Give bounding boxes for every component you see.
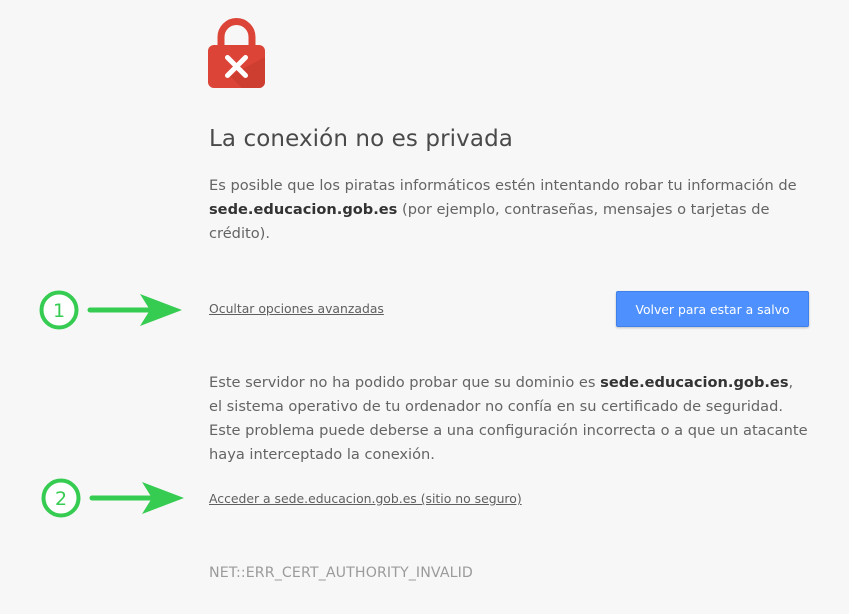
details-text-start: Este servidor no ha podido probar que su… — [209, 374, 601, 391]
annotation-marker-1: 1 — [39, 290, 182, 330]
annotation-number: 2 — [55, 488, 67, 510]
intro-paragraph: Es posible que los piratas informáticos … — [209, 174, 809, 246]
arrow-right-icon — [87, 294, 182, 326]
domain-name: sede.educacion.gob.es — [209, 201, 398, 218]
hide-advanced-link[interactable]: Ocultar opciones avanzadas — [209, 301, 384, 316]
back-to-safety-button[interactable]: Volver para estar a salvo — [616, 291, 809, 327]
annotation-marker-2: 2 — [41, 478, 184, 518]
page-title: La conexión no es privada — [209, 126, 513, 152]
proceed-unsafe-link[interactable]: Acceder a sede.educacion.gob.es (sitio n… — [209, 491, 522, 506]
interstitial-page: La conexión no es privada Es posible que… — [0, 0, 849, 614]
error-code: NET::ERR_CERT_AUTHORITY_INVALID — [209, 565, 473, 581]
intro-text-start: Es posible que los piratas informáticos … — [209, 177, 797, 194]
lock-error-icon — [208, 18, 265, 88]
annotation-number: 1 — [53, 300, 65, 322]
arrow-right-icon — [89, 482, 184, 514]
details-domain-name: sede.educacion.gob.es — [600, 374, 789, 391]
details-paragraph: Este servidor no ha podido probar que su… — [209, 371, 809, 467]
